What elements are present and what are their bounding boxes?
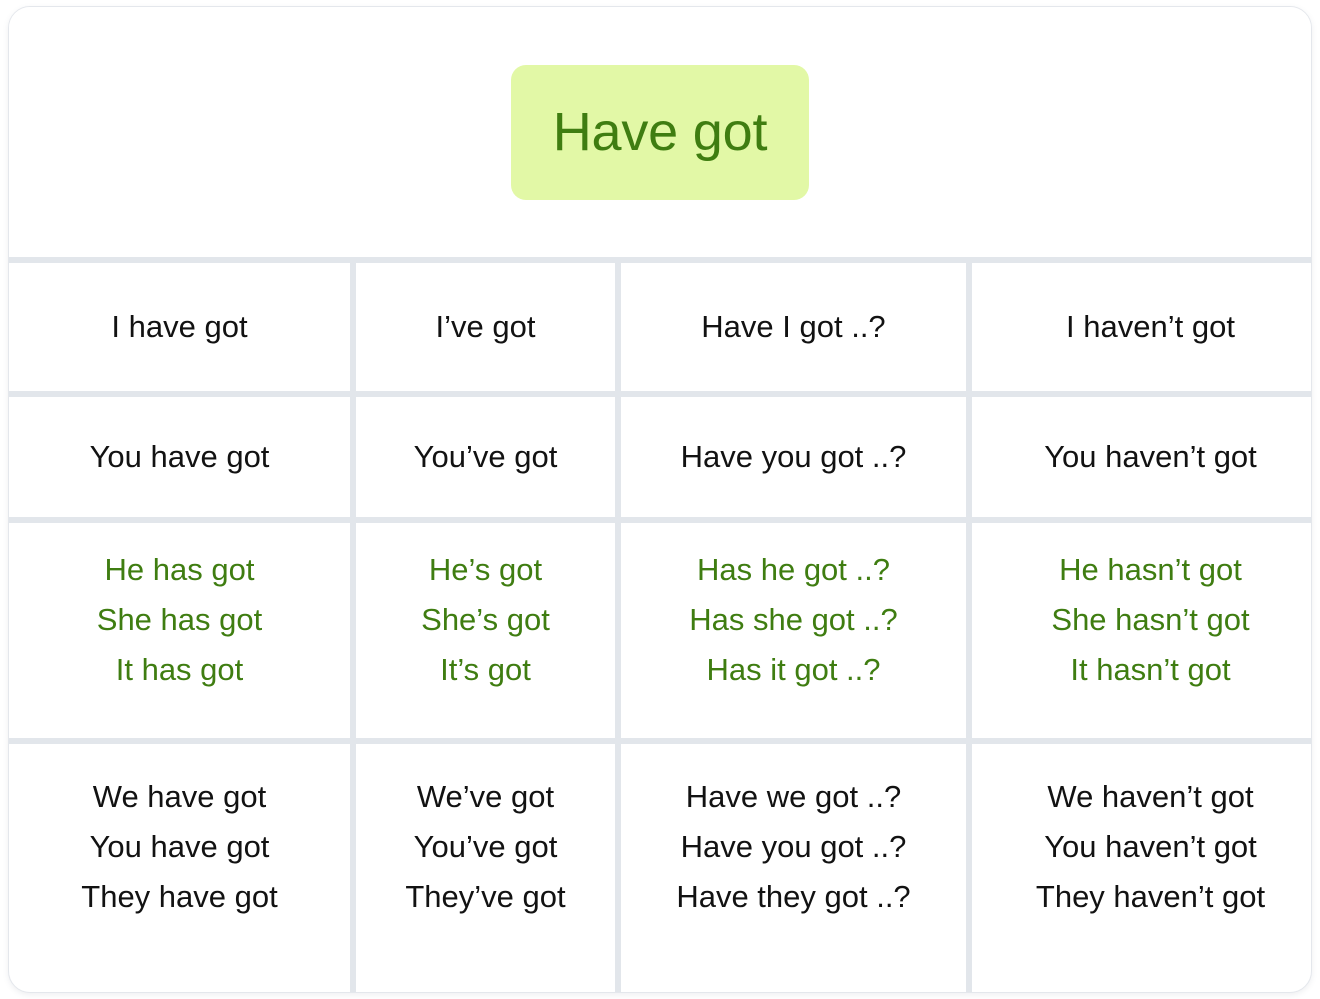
cell-line: Has she got ..? xyxy=(689,602,898,638)
cell-line: They haven’t got xyxy=(1035,879,1266,915)
table-cell: Have we got ..? Have you got ..? Have they… xyxy=(621,744,966,992)
cell-line: I haven’t got xyxy=(1066,308,1235,344)
cell-line: He has got xyxy=(104,552,255,587)
cell-line: Have they got ..? xyxy=(676,879,911,915)
cell-line: You haven’t got xyxy=(1044,829,1257,865)
table-cell: You’ve got xyxy=(356,397,615,517)
cell-line: You’ve got xyxy=(413,829,558,865)
page-title: Have got xyxy=(552,102,768,162)
table-cell: He’s got She’s got It’s got xyxy=(356,523,615,738)
table-cell: He hasn’t got She hasn’t got It hasn’t got xyxy=(972,523,1311,738)
cell-line: She hasn’t got xyxy=(1051,602,1250,638)
page-root: Have got I have got I’ve got Have I got ..… xyxy=(0,0,1320,999)
table-cell: Has he got ..? Has she got ..? Has it got … xyxy=(621,523,966,738)
cell-line: He hasn’t got xyxy=(1059,552,1242,587)
grammar-card: Have got I have got I’ve got Have I got ..… xyxy=(8,6,1312,993)
cell-line: Have you got ..? xyxy=(680,829,907,865)
cell-line: You’ve got xyxy=(413,438,558,474)
title-badge: Have got xyxy=(510,64,810,200)
table-cell: Have I got ..? xyxy=(621,263,966,391)
cell-line: Has it got ..? xyxy=(706,652,881,688)
cell-line: Have you got ..? xyxy=(680,438,907,474)
cell-line: We’ve got xyxy=(416,779,555,814)
table-cell: He has got She has got It has got xyxy=(9,523,350,738)
cell-line: You haven’t got xyxy=(1044,438,1257,474)
cell-line: I’ve got xyxy=(435,308,536,344)
table-cell: We have got You have got They have got xyxy=(9,744,350,992)
cell-line: You have got xyxy=(89,829,270,865)
table-cell: I have got xyxy=(9,263,350,391)
cell-line: We have got xyxy=(92,779,267,814)
table-cell: I haven’t got xyxy=(972,263,1311,391)
table-cell: You haven’t got xyxy=(972,397,1311,517)
cell-line: She has got xyxy=(96,602,263,638)
card-header: Have got xyxy=(9,7,1311,257)
conjugation-table: I have got I’ve got Have I got ..? I haven’… xyxy=(9,257,1311,992)
table-cell: You have got xyxy=(9,397,350,517)
cell-line: Have I got ..? xyxy=(701,308,886,344)
cell-line: He’s got xyxy=(428,552,543,587)
cell-line: She’s got xyxy=(421,602,550,638)
table-cell: I’ve got xyxy=(356,263,615,391)
cell-line: You have got xyxy=(89,438,270,474)
cell-line: Have we got ..? xyxy=(685,779,902,814)
cell-line: It has got xyxy=(115,652,244,688)
table-cell: Have you got ..? xyxy=(621,397,966,517)
cell-line: I have got xyxy=(111,308,248,344)
cell-line: We haven’t got xyxy=(1047,779,1254,814)
table-cell: We’ve got You’ve got They’ve got xyxy=(356,744,615,992)
table-cell: We haven’t got You haven’t got They haven’… xyxy=(972,744,1311,992)
cell-line: They have got xyxy=(81,879,278,915)
cell-line: It hasn’t got xyxy=(1070,652,1231,688)
cell-line: It’s got xyxy=(440,652,531,688)
cell-line: They’ve got xyxy=(405,879,566,915)
cell-line: Has he got ..? xyxy=(696,552,890,587)
